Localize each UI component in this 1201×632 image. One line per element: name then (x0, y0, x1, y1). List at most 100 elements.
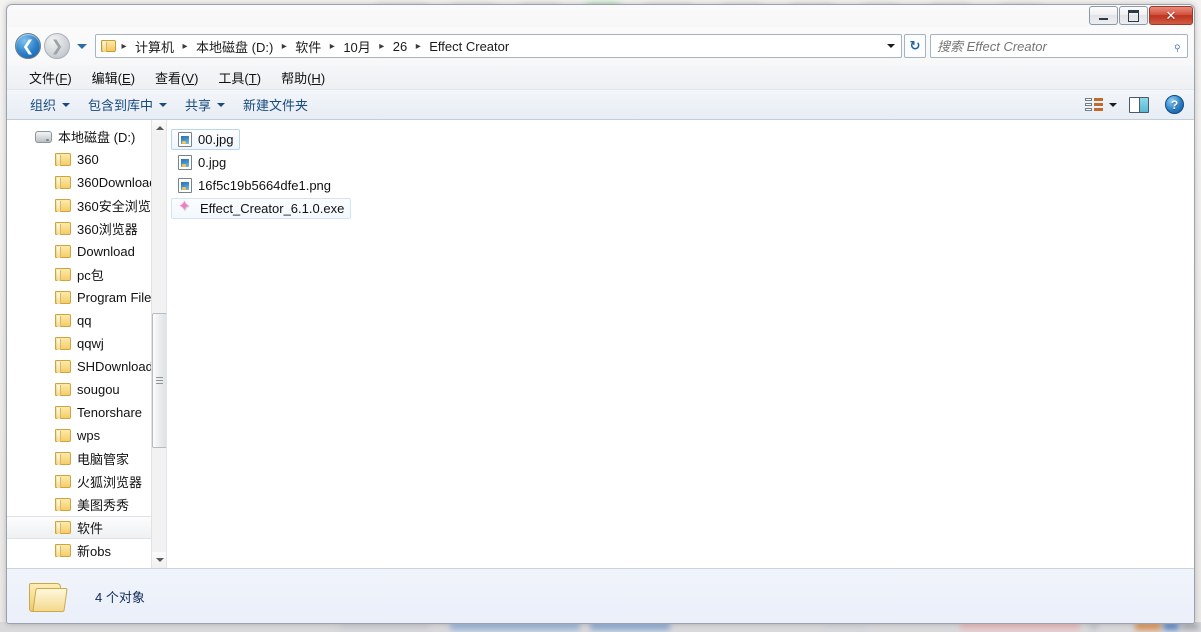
organize-label: 组织 (30, 98, 57, 113)
back-button[interactable]: ❮ (15, 33, 41, 59)
explorer-window: ✕ ❮ ❯ ▸ 计算机 ▸ 本地磁盘 (D:) ▸ 软件 ▸ 10月 ▸ 26 … (6, 4, 1195, 624)
address-bar-row: ❮ ❯ ▸ 计算机 ▸ 本地磁盘 (D:) ▸ 软件 ▸ 10月 ▸ 26 ▸ … (7, 27, 1194, 65)
menu-bar: 文件(F) 编辑(E) 查看(V) 工具(T) 帮助(H) (7, 65, 1194, 90)
view-options-icon[interactable] (1085, 96, 1105, 114)
search-box[interactable]: ⌕ (930, 34, 1188, 58)
breadcrumb-item-3[interactable]: 10月 (338, 35, 375, 58)
tree-item-label: 360 (77, 152, 99, 167)
folder-icon (55, 544, 71, 557)
file-item[interactable]: 00.jpg (171, 129, 241, 150)
minimize-button[interactable] (1089, 6, 1118, 25)
tree-item-sougou[interactable]: sougou (7, 378, 152, 401)
recent-locations-dropdown[interactable] (75, 36, 89, 56)
tree-item-firefox-browser[interactable]: 火狐浏览器 (7, 470, 152, 493)
drive-icon (35, 130, 52, 143)
tree-item-label: 火狐浏览器 (77, 475, 143, 490)
title-bar[interactable]: ✕ (7, 5, 1194, 27)
tree-item-label: Program Files (77, 290, 158, 305)
tree-item-new-obs[interactable]: 新obs (7, 539, 152, 562)
tree-item-label: qq (77, 313, 92, 328)
menu-tools-accel: T (248, 70, 257, 86)
breadcrumb-item-2[interactable]: 软件 (290, 35, 326, 58)
file-item[interactable]: 16f5c19b5664dfe1.png (171, 175, 338, 196)
tree-item-software[interactable]: 软件 (7, 516, 152, 539)
chevron-down-icon[interactable] (1109, 102, 1117, 107)
scroll-down-button[interactable] (152, 552, 166, 568)
tree-item-360[interactable]: 360 (7, 148, 152, 171)
breadcrumb-item-4[interactable]: 26 (388, 37, 412, 56)
file-list-pane[interactable]: 00.jpg 0.jpg 16f5c19b5664dfe1.png Effect… (167, 120, 1194, 568)
tree-item-local-disk-d[interactable]: 本地磁盘 (D:) (7, 125, 152, 148)
folder-icon (55, 429, 71, 442)
chevron-down-icon[interactable] (883, 44, 899, 48)
tree-item-qqwj[interactable]: qqwj (7, 332, 152, 355)
application-file-icon (178, 199, 194, 216)
breadcrumb-separator: ▸ (415, 40, 421, 52)
tree-item-download[interactable]: Download (7, 240, 152, 263)
menu-file[interactable]: 文件(F) (19, 65, 82, 90)
file-item[interactable]: Effect_Creator_6.1.0.exe (171, 198, 352, 219)
navigation-scrollbar[interactable] (151, 120, 166, 568)
breadcrumb-separator: ▸ (329, 40, 335, 52)
window-controls: ✕ (1089, 6, 1193, 25)
file-item[interactable]: 0.jpg (171, 152, 233, 173)
search-input[interactable] (937, 38, 1174, 54)
folder-icon (55, 360, 71, 373)
tree-item-qq[interactable]: qq (7, 309, 152, 332)
tree-item-tenorshare[interactable]: Tenorshare (7, 401, 152, 424)
folder-icon (55, 222, 71, 235)
tree-item-label: Tenorshare (77, 405, 143, 420)
maximize-button[interactable] (1119, 6, 1148, 25)
menu-edit[interactable]: 编辑(E) (82, 65, 145, 90)
folder-icon (55, 176, 71, 189)
include-in-library-button[interactable]: 包含到库中 (79, 91, 176, 118)
preview-pane-icon[interactable] (1129, 96, 1149, 113)
folder-icon (55, 406, 71, 419)
menu-view[interactable]: 查看(V) (145, 65, 208, 90)
tree-item-meitu[interactable]: 美图秀秀 (7, 493, 152, 516)
share-button[interactable]: 共享 (176, 91, 234, 118)
tree-item-label: SHDownload (77, 359, 153, 374)
refresh-button[interactable]: ↻ (904, 34, 926, 58)
folder-icon (55, 498, 71, 511)
breadcrumb: ▸ 计算机 ▸ 本地磁盘 (D:) ▸ 软件 ▸ 10月 ▸ 26 ▸ Effe… (118, 35, 883, 58)
folder-icon (55, 153, 71, 166)
open-folder-icon (29, 580, 68, 613)
image-file-icon (178, 178, 192, 193)
organize-button[interactable]: 组织 (21, 91, 79, 118)
tree-item-360-browser[interactable]: 360浏览器 (7, 217, 152, 240)
menu-tools[interactable]: 工具(T) (208, 65, 271, 90)
file-name: 00.jpg (198, 132, 234, 147)
tree-item-360-safe-browser[interactable]: 360安全浏览器 (7, 194, 164, 217)
tree-item-pcbao[interactable]: pc包 (7, 263, 152, 286)
menu-help-accel: H (311, 70, 321, 86)
folder-icon (55, 268, 71, 281)
menu-file-accel: F (59, 70, 68, 86)
breadcrumb-separator: ▸ (281, 40, 287, 52)
folder-icon (55, 475, 71, 488)
tree-item-shdownload[interactable]: SHDownload (7, 355, 153, 378)
tree-item-computer-manager[interactable]: 电脑管家 (7, 447, 152, 470)
scroll-up-button[interactable] (152, 120, 166, 136)
menu-edit-label: 编辑 (91, 70, 118, 86)
breadcrumb-item-0[interactable]: 计算机 (130, 35, 179, 58)
tree-item-label: Download (77, 244, 135, 259)
address-input[interactable]: ▸ 计算机 ▸ 本地磁盘 (D:) ▸ 软件 ▸ 10月 ▸ 26 ▸ Effe… (95, 34, 902, 58)
menu-edit-accel: E (122, 70, 131, 86)
tree-item-program-files[interactable]: Program Files (7, 286, 158, 309)
scrollbar-thumb[interactable] (152, 313, 166, 448)
breadcrumb-item-5[interactable]: Effect Creator (424, 37, 514, 56)
close-button[interactable]: ✕ (1149, 6, 1193, 25)
share-label: 共享 (185, 98, 212, 113)
tree-item-wps[interactable]: wps (7, 424, 152, 447)
new-folder-button[interactable]: 新建文件夹 (234, 91, 317, 118)
breadcrumb-item-1[interactable]: 本地磁盘 (D:) (191, 35, 278, 58)
tree-item-label: pc包 (77, 268, 104, 283)
tree-item-360download[interactable]: 360Download (7, 171, 157, 194)
help-icon[interactable]: ? (1165, 95, 1184, 114)
menu-help[interactable]: 帮助(H) (271, 65, 335, 90)
forward-button[interactable]: ❯ (44, 33, 70, 59)
tree-item-label: 新obs (77, 544, 111, 559)
folder-icon (55, 199, 71, 212)
folder-icon (55, 245, 71, 258)
